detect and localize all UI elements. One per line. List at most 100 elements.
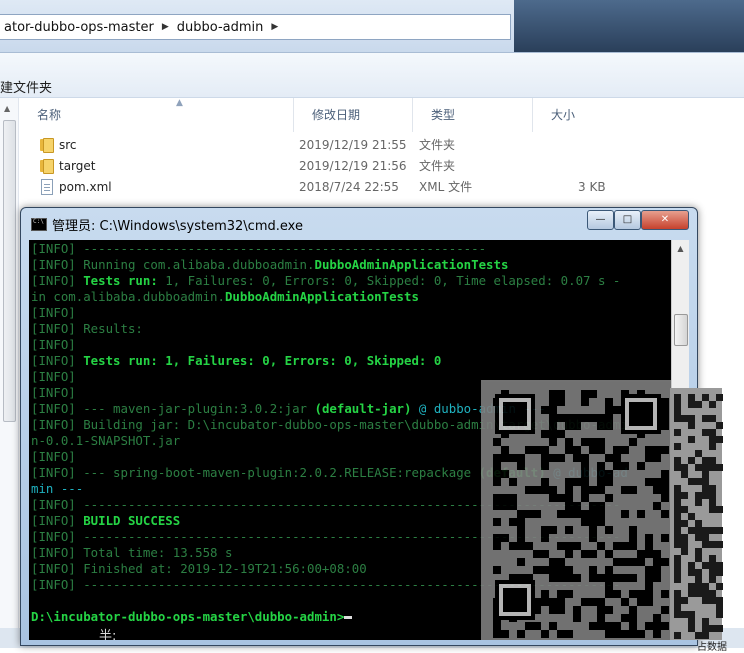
qr-module bbox=[613, 454, 621, 462]
file-list-item[interactable]: src 2019/12/19 21:55 文件夹 bbox=[19, 135, 744, 155]
console-text: [INFO] bbox=[31, 353, 84, 368]
qr-module bbox=[709, 401, 716, 408]
qr-module bbox=[709, 492, 716, 499]
qr-module bbox=[533, 446, 541, 454]
qr-module bbox=[661, 422, 669, 430]
qr-module bbox=[613, 590, 621, 598]
console-text: 1, Failures: 0, Errors: 0, Skipped: 0, T… bbox=[165, 273, 621, 288]
qr-module bbox=[517, 526, 525, 534]
console-text: [INFO] bbox=[31, 561, 84, 576]
qr-module bbox=[565, 422, 573, 430]
qr-module bbox=[597, 486, 605, 494]
qr-module bbox=[702, 534, 709, 541]
console-text: Tests run: bbox=[83, 273, 166, 288]
qr-module bbox=[681, 492, 688, 499]
qr-module bbox=[681, 471, 688, 478]
scrollbar-thumb[interactable] bbox=[3, 120, 16, 422]
qr-module bbox=[581, 550, 589, 558]
qr-module bbox=[637, 550, 645, 558]
chevron-right-icon[interactable]: ▶ bbox=[158, 22, 173, 32]
qr-module bbox=[702, 415, 709, 422]
qr-module bbox=[605, 582, 613, 590]
scroll-up-icon[interactable]: ▲ bbox=[4, 104, 10, 113]
qr-module bbox=[565, 574, 573, 582]
qr-module bbox=[674, 576, 681, 583]
console-line: [INFO] Tests run: 1, Failures: 0, Errors… bbox=[31, 273, 620, 289]
console-text: [INFO] bbox=[31, 369, 84, 384]
qr-module bbox=[605, 454, 613, 462]
breadcrumb-parent[interactable]: ator-dubbo-ops-master bbox=[0, 20, 158, 35]
qr-module bbox=[688, 583, 695, 590]
qr-module bbox=[541, 598, 549, 606]
console-line: [INFO] bbox=[31, 369, 83, 385]
qr-module bbox=[709, 541, 716, 548]
qr-module bbox=[557, 558, 565, 566]
qr-module bbox=[661, 622, 669, 630]
close-button[interactable]: ✕ bbox=[641, 210, 689, 230]
qr-module bbox=[493, 622, 501, 630]
qr-module bbox=[709, 527, 716, 534]
file-type: 文件夹 bbox=[419, 159, 456, 173]
breadcrumb-current[interactable]: dubbo-admin bbox=[173, 20, 268, 35]
qr-module bbox=[661, 534, 669, 542]
qr-module bbox=[581, 454, 589, 462]
qr-module bbox=[645, 574, 653, 582]
cmd-title-bar[interactable]: 管理员: C:\Windows\system32\cmd.exe — □ ✕ bbox=[21, 208, 697, 240]
qr-module bbox=[629, 526, 637, 534]
console-line: D:\incubator-dubbo-ops-master\dubbo-admi… bbox=[31, 609, 353, 625]
qr-module bbox=[709, 485, 716, 492]
command-prompt: D:\incubator-dubbo-ops-master\dubbo-admi… bbox=[31, 609, 345, 624]
minimize-button[interactable]: — bbox=[587, 210, 614, 230]
navigation-pane-scrollbar[interactable]: ▲ bbox=[0, 98, 19, 648]
qr-module bbox=[541, 454, 549, 462]
qr-module bbox=[549, 398, 557, 406]
qr-module bbox=[541, 462, 549, 470]
scrollbar-thumb[interactable] bbox=[674, 314, 688, 346]
qr-module bbox=[589, 502, 597, 510]
qr-module bbox=[613, 542, 621, 550]
qr-module bbox=[541, 590, 549, 598]
maximize-button[interactable]: □ bbox=[614, 210, 641, 230]
console-line: n-0.0.1-SNAPSHOT.jar bbox=[31, 433, 180, 449]
qr-module bbox=[549, 558, 557, 566]
console-line: min --- bbox=[31, 481, 83, 497]
qr-module bbox=[695, 583, 702, 590]
qr-module bbox=[581, 510, 589, 518]
qr-module bbox=[637, 558, 645, 566]
column-header-size[interactable]: 大小 bbox=[532, 98, 651, 132]
background-window bbox=[514, 0, 744, 52]
chevron-right-icon[interactable]: ▶ bbox=[267, 22, 282, 32]
qr-module bbox=[541, 534, 549, 542]
qr-module bbox=[613, 462, 621, 470]
qr-module bbox=[581, 478, 589, 486]
qr-module bbox=[709, 562, 716, 569]
qr-module bbox=[493, 462, 501, 470]
qr-module bbox=[549, 438, 557, 446]
scroll-up-icon[interactable]: ▲ bbox=[672, 240, 689, 257]
console-text: --- maven-jar-plugin:3.0.2:jar bbox=[83, 401, 315, 416]
file-list-item[interactable]: target 2019/12/19 21:56 文件夹 bbox=[19, 156, 744, 176]
new-folder-button[interactable]: 建文件夹 bbox=[0, 77, 52, 96]
qr-module bbox=[589, 518, 597, 526]
file-list-item[interactable]: pom.xml 2018/7/24 22:55 XML 文件 3 KB bbox=[19, 177, 744, 197]
address-field[interactable]: ator-dubbo-ops-master ▶ dubbo-admin ▶ bbox=[0, 14, 511, 40]
qr-module bbox=[681, 464, 688, 471]
console-line: [INFO] bbox=[31, 337, 83, 353]
column-header-name[interactable]: 名称 bbox=[19, 98, 292, 132]
qr-module bbox=[702, 632, 709, 639]
qr-module bbox=[661, 446, 669, 454]
qr-module bbox=[581, 390, 589, 398]
qr-module bbox=[645, 550, 653, 558]
file-type: 文件夹 bbox=[419, 138, 456, 152]
qr-module bbox=[695, 492, 702, 499]
qr-module bbox=[674, 527, 681, 534]
column-header-date[interactable]: 修改日期 bbox=[293, 98, 412, 132]
qr-module bbox=[565, 486, 573, 494]
qr-module bbox=[653, 486, 661, 494]
qr-module bbox=[605, 494, 613, 502]
qr-module bbox=[525, 486, 533, 494]
qr-module bbox=[589, 566, 597, 574]
column-header-type[interactable]: 类型 bbox=[412, 98, 531, 132]
console-line: [INFO] Tests run: 1, Failures: 0, Errors… bbox=[31, 353, 441, 369]
cmd-app-icon[interactable] bbox=[31, 218, 47, 231]
